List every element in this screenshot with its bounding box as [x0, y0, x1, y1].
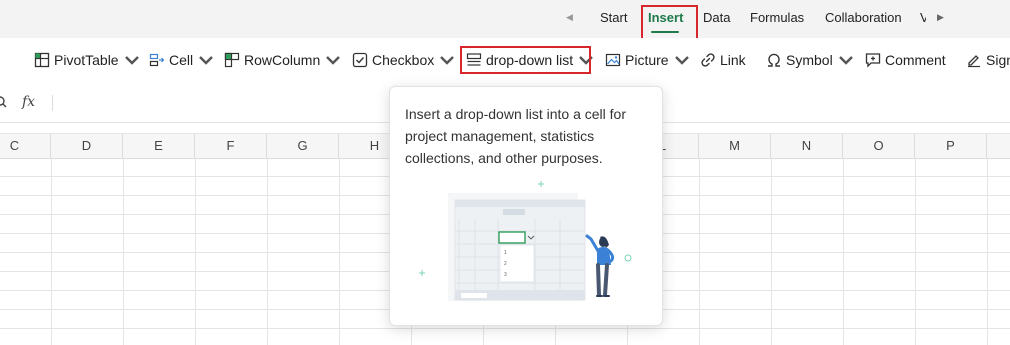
- insert-tab-highlight: [641, 5, 698, 40]
- chevron-down-icon[interactable]: [674, 52, 690, 68]
- pivottable-label: PivotTable: [54, 52, 119, 68]
- checkbox-button[interactable]: Checkbox: [352, 51, 459, 69]
- link-label: Link: [720, 52, 746, 68]
- dropdown-illustration: 1 2 3: [419, 181, 632, 301]
- cell-icon: [149, 53, 165, 67]
- illustration-list-item-2: 2: [504, 261, 507, 267]
- tab-start[interactable]: Start: [600, 10, 627, 25]
- fx-icon[interactable]: fx: [22, 94, 35, 110]
- symbol-label: Symbol: [786, 52, 833, 68]
- insert-toolbar: PivotTable Cell RowColumn Checkbox drop-…: [0, 38, 1010, 83]
- tab-data[interactable]: Data: [703, 10, 730, 25]
- tab-scroll-left-icon[interactable]: ◀: [566, 12, 573, 23]
- tab-view[interactable]: V: [920, 10, 926, 25]
- tooltip-description: Insert a drop-down list into a cell for …: [405, 106, 626, 166]
- column-header-c[interactable]: C: [0, 134, 51, 158]
- pivottable-button[interactable]: PivotTable: [34, 51, 144, 69]
- comment-label: Comment: [885, 52, 946, 68]
- dropdown-list-highlight: [460, 46, 591, 74]
- cell-button[interactable]: Cell: [149, 51, 218, 69]
- signature-pen-icon: [968, 55, 980, 68]
- column-header-o[interactable]: O: [843, 134, 915, 158]
- illustration-list-item-3: 3: [504, 272, 507, 278]
- column-header-p[interactable]: P: [915, 134, 987, 158]
- picture-button[interactable]: Picture: [605, 51, 694, 69]
- signature-button[interactable]: Sign: [966, 51, 1010, 69]
- rowcolumn-label: RowColumn: [244, 52, 321, 68]
- chevron-down-icon[interactable]: [325, 52, 341, 68]
- tab-collaboration[interactable]: Collaboration: [825, 10, 902, 25]
- column-header-g[interactable]: G: [267, 134, 339, 158]
- column-header-e[interactable]: E: [123, 134, 195, 158]
- checkbox-label: Checkbox: [372, 52, 435, 68]
- picture-icon: [605, 53, 621, 67]
- pivottable-icon: [34, 52, 50, 68]
- column-header-n[interactable]: N: [771, 134, 843, 158]
- illustration-list-item-1: 1: [504, 250, 507, 256]
- link-button[interactable]: Link: [700, 51, 746, 69]
- rowcolumn-icon: [224, 52, 240, 68]
- column-header-f[interactable]: F: [195, 134, 267, 158]
- rowcolumn-button[interactable]: RowColumn: [224, 51, 345, 69]
- ribbon-tab-bar: ◀ Start Insert Data Formulas Collaborati…: [0, 0, 1010, 40]
- picture-label: Picture: [625, 52, 669, 68]
- tab-formulas[interactable]: Formulas: [750, 10, 804, 25]
- omega-symbol-icon: [768, 53, 780, 67]
- search-icon[interactable]: [0, 96, 7, 108]
- comment-icon: [865, 53, 881, 68]
- comment-button[interactable]: Comment: [865, 51, 946, 69]
- checkbox-icon: [352, 52, 368, 68]
- tab-scroll-right-icon[interactable]: ▶: [937, 12, 944, 23]
- formula-separator: [52, 95, 53, 111]
- cell-label: Cell: [169, 52, 194, 68]
- symbol-button[interactable]: Symbol: [766, 51, 858, 69]
- column-header-m[interactable]: M: [699, 134, 771, 158]
- dropdown-list-tooltip: Insert a drop-down list into a cell for …: [389, 86, 663, 326]
- link-icon: [701, 53, 715, 67]
- chevron-down-icon[interactable]: [198, 52, 214, 68]
- chevron-down-icon[interactable]: [439, 52, 455, 68]
- chevron-down-icon[interactable]: [838, 52, 854, 68]
- signature-label: Sign: [986, 52, 1010, 68]
- chevron-down-icon[interactable]: [124, 52, 140, 68]
- column-header-d[interactable]: D: [51, 134, 123, 158]
